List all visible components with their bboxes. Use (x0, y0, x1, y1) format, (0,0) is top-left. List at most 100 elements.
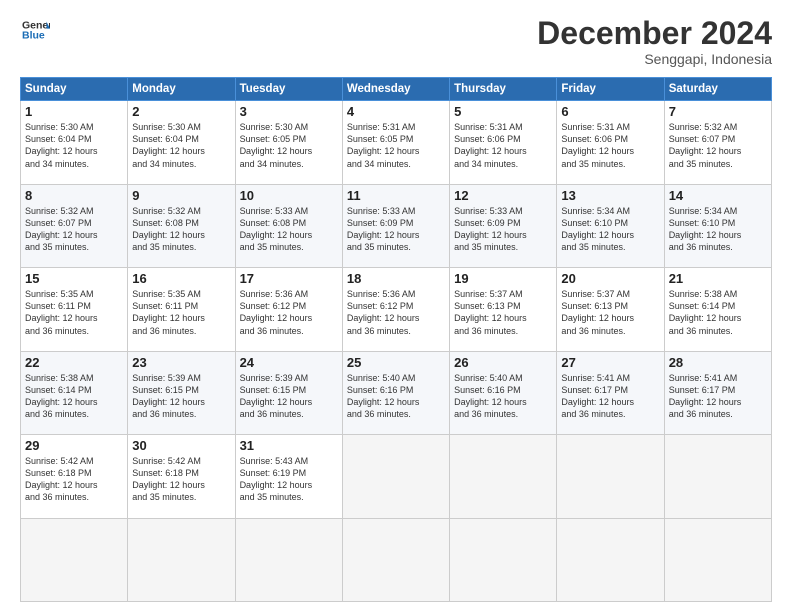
table-row: 13 Sunrise: 5:34 AM Sunset: 6:10 PM Dayli… (557, 184, 664, 267)
page: General Blue December 2024 Senggapi, Ind… (0, 0, 792, 612)
table-row: 9 Sunrise: 5:32 AM Sunset: 6:08 PM Daylig… (128, 184, 235, 267)
day-number: 25 (347, 355, 445, 370)
col-monday: Monday (128, 78, 235, 101)
logo: General Blue (20, 16, 50, 49)
cell-content: Sunrise: 5:31 AM Sunset: 6:05 PM Dayligh… (347, 121, 445, 170)
table-row: 17 Sunrise: 5:36 AM Sunset: 6:12 PM Dayli… (235, 268, 342, 351)
table-row: 1 Sunrise: 5:30 AM Sunset: 6:04 PM Daylig… (21, 101, 128, 184)
cell-content: Sunrise: 5:41 AM Sunset: 6:17 PM Dayligh… (669, 372, 767, 421)
cell-content: Sunrise: 5:34 AM Sunset: 6:10 PM Dayligh… (561, 205, 659, 254)
table-row: 8 Sunrise: 5:32 AM Sunset: 6:07 PM Daylig… (21, 184, 128, 267)
table-row: 19 Sunrise: 5:37 AM Sunset: 6:13 PM Dayli… (450, 268, 557, 351)
cell-content: Sunrise: 5:30 AM Sunset: 6:04 PM Dayligh… (25, 121, 123, 170)
day-number: 26 (454, 355, 552, 370)
cell-content: Sunrise: 5:38 AM Sunset: 6:14 PM Dayligh… (25, 372, 123, 421)
cell-content: Sunrise: 5:42 AM Sunset: 6:18 PM Dayligh… (25, 455, 123, 504)
calendar-week-row: 22Sunrise: 5:38 AM Sunset: 6:14 PM Dayli… (21, 351, 772, 434)
day-number: 29 (25, 438, 123, 453)
day-number: 5 (454, 104, 552, 119)
table-row: 15 Sunrise: 5:35 AM Sunset: 6:11 PM Dayli… (21, 268, 128, 351)
cell-content: Sunrise: 5:35 AM Sunset: 6:11 PM Dayligh… (132, 288, 230, 337)
table-row: 6 Sunrise: 5:31 AM Sunset: 6:06 PM Daylig… (557, 101, 664, 184)
day-number: 31 (240, 438, 338, 453)
calendar-week-row: 1 Sunrise: 5:30 AM Sunset: 6:04 PM Daylig… (21, 101, 772, 184)
col-thursday: Thursday (450, 78, 557, 101)
table-row: 30Sunrise: 5:42 AM Sunset: 6:18 PM Dayli… (128, 435, 235, 518)
table-row (235, 518, 342, 601)
location: Senggapi, Indonesia (537, 51, 772, 67)
day-number: 15 (25, 271, 123, 286)
table-row: 5 Sunrise: 5:31 AM Sunset: 6:06 PM Daylig… (450, 101, 557, 184)
table-row (557, 435, 664, 518)
day-number: 9 (132, 188, 230, 203)
day-number: 7 (669, 104, 767, 119)
day-number: 30 (132, 438, 230, 453)
month-title: December 2024 (537, 16, 772, 51)
table-row: 16Sunrise: 5:35 AM Sunset: 6:11 PM Dayli… (128, 268, 235, 351)
day-number: 21 (669, 271, 767, 286)
calendar-week-row (21, 518, 772, 601)
table-row (21, 518, 128, 601)
table-row: 18Sunrise: 5:36 AM Sunset: 6:12 PM Dayli… (342, 268, 449, 351)
cell-content: Sunrise: 5:36 AM Sunset: 6:12 PM Dayligh… (240, 288, 338, 337)
cell-content: Sunrise: 5:35 AM Sunset: 6:11 PM Dayligh… (25, 288, 123, 337)
col-sunday: Sunday (21, 78, 128, 101)
day-number: 19 (454, 271, 552, 286)
header: General Blue December 2024 Senggapi, Ind… (20, 16, 772, 67)
table-row: 21 Sunrise: 5:38 AM Sunset: 6:14 PM Dayli… (664, 268, 771, 351)
day-number: 12 (454, 188, 552, 203)
day-number: 10 (240, 188, 338, 203)
day-number: 18 (347, 271, 445, 286)
cell-content: Sunrise: 5:39 AM Sunset: 6:15 PM Dayligh… (240, 372, 338, 421)
cell-content: Sunrise: 5:33 AM Sunset: 6:09 PM Dayligh… (347, 205, 445, 254)
table-row: 12Sunrise: 5:33 AM Sunset: 6:09 PM Dayli… (450, 184, 557, 267)
cell-content: Sunrise: 5:32 AM Sunset: 6:07 PM Dayligh… (669, 121, 767, 170)
day-number: 13 (561, 188, 659, 203)
table-row: 29 Sunrise: 5:42 AM Sunset: 6:18 PM Dayli… (21, 435, 128, 518)
cell-content: Sunrise: 5:30 AM Sunset: 6:05 PM Dayligh… (240, 121, 338, 170)
table-row: 28 Sunrise: 5:41 AM Sunset: 6:17 PM Dayli… (664, 351, 771, 434)
cell-content: Sunrise: 5:38 AM Sunset: 6:14 PM Dayligh… (669, 288, 767, 337)
cell-content: Sunrise: 5:32 AM Sunset: 6:07 PM Dayligh… (25, 205, 123, 254)
table-row: 20Sunrise: 5:37 AM Sunset: 6:13 PM Dayli… (557, 268, 664, 351)
table-row: 26Sunrise: 5:40 AM Sunset: 6:16 PM Dayli… (450, 351, 557, 434)
cell-content: Sunrise: 5:30 AM Sunset: 6:04 PM Dayligh… (132, 121, 230, 170)
table-row (342, 435, 449, 518)
calendar-week-row: 29 Sunrise: 5:42 AM Sunset: 6:18 PM Dayli… (21, 435, 772, 518)
cell-content: Sunrise: 5:37 AM Sunset: 6:13 PM Dayligh… (454, 288, 552, 337)
cell-content: Sunrise: 5:41 AM Sunset: 6:17 PM Dayligh… (561, 372, 659, 421)
table-row (450, 518, 557, 601)
col-saturday: Saturday (664, 78, 771, 101)
day-number: 23 (132, 355, 230, 370)
day-number: 4 (347, 104, 445, 119)
day-number: 27 (561, 355, 659, 370)
day-number: 6 (561, 104, 659, 119)
calendar-header-row: Sunday Monday Tuesday Wednesday Thursday… (21, 78, 772, 101)
cell-content: Sunrise: 5:40 AM Sunset: 6:16 PM Dayligh… (347, 372, 445, 421)
cell-content: Sunrise: 5:39 AM Sunset: 6:15 PM Dayligh… (132, 372, 230, 421)
cell-content: Sunrise: 5:32 AM Sunset: 6:08 PM Dayligh… (132, 205, 230, 254)
col-tuesday: Tuesday (235, 78, 342, 101)
table-row: 31 Sunrise: 5:43 AM Sunset: 6:19 PM Dayli… (235, 435, 342, 518)
table-row: 4 Sunrise: 5:31 AM Sunset: 6:05 PM Daylig… (342, 101, 449, 184)
table-row: 2 Sunrise: 5:30 AM Sunset: 6:04 PM Daylig… (128, 101, 235, 184)
day-number: 17 (240, 271, 338, 286)
cell-content: Sunrise: 5:31 AM Sunset: 6:06 PM Dayligh… (561, 121, 659, 170)
day-number: 24 (240, 355, 338, 370)
table-row: 27 Sunrise: 5:41 AM Sunset: 6:17 PM Dayli… (557, 351, 664, 434)
cell-content: Sunrise: 5:37 AM Sunset: 6:13 PM Dayligh… (561, 288, 659, 337)
table-row (664, 435, 771, 518)
svg-text:Blue: Blue (22, 29, 45, 41)
day-number: 28 (669, 355, 767, 370)
day-number: 1 (25, 104, 123, 119)
table-row: 14Sunrise: 5:34 AM Sunset: 6:10 PM Dayli… (664, 184, 771, 267)
day-number: 2 (132, 104, 230, 119)
calendar-week-row: 8 Sunrise: 5:32 AM Sunset: 6:07 PM Daylig… (21, 184, 772, 267)
cell-content: Sunrise: 5:31 AM Sunset: 6:06 PM Dayligh… (454, 121, 552, 170)
table-row: 10Sunrise: 5:33 AM Sunset: 6:08 PM Dayli… (235, 184, 342, 267)
table-row (128, 518, 235, 601)
cell-content: Sunrise: 5:43 AM Sunset: 6:19 PM Dayligh… (240, 455, 338, 504)
day-number: 8 (25, 188, 123, 203)
table-row (450, 435, 557, 518)
cell-content: Sunrise: 5:34 AM Sunset: 6:10 PM Dayligh… (669, 205, 767, 254)
